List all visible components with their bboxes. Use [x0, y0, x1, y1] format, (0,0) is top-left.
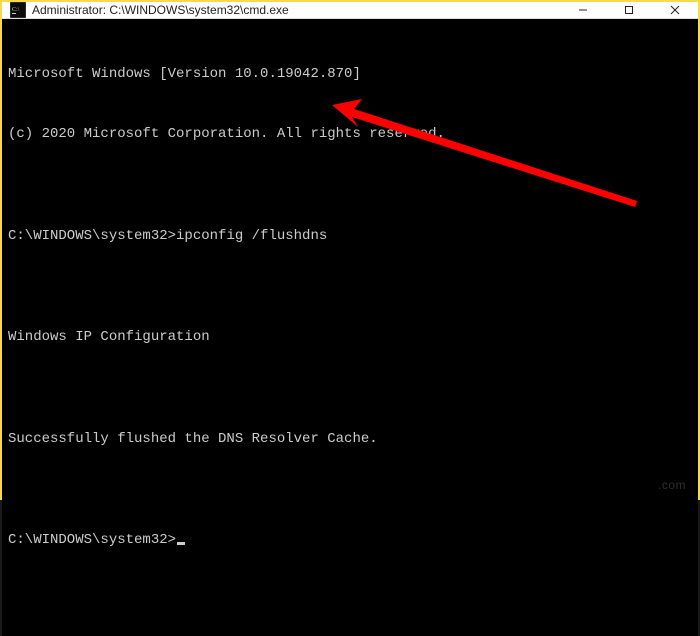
cmd-icon: C:\ [10, 2, 26, 18]
maximize-button[interactable] [606, 2, 652, 18]
close-button[interactable] [652, 2, 698, 18]
terminal-prompt-line: C:\WINDOWS\system32>ipconfig /flushdns [8, 226, 692, 246]
cursor [177, 542, 185, 545]
watermark: .com [658, 478, 686, 492]
close-icon [670, 5, 680, 15]
window-controls [560, 2, 698, 18]
terminal-line: Windows IP Configuration [8, 327, 692, 347]
prompt-command: ipconfig /flushdns [176, 228, 327, 244]
annotation-arrow-icon [332, 99, 642, 209]
minimize-button[interactable] [560, 2, 606, 18]
window-title: Administrator: C:\WINDOWS\system32\cmd.e… [32, 3, 560, 17]
terminal-line: (c) 2020 Microsoft Corporation. All righ… [8, 124, 692, 144]
maximize-icon [624, 5, 634, 15]
minimize-icon [578, 5, 588, 15]
cmd-window: C:\ Administrator: C:\WINDOWS\system32\c… [0, 0, 700, 500]
svg-text:C:\: C:\ [12, 7, 20, 13]
terminal-line: Microsoft Windows [Version 10.0.19042.87… [8, 64, 692, 84]
terminal-body[interactable]: Microsoft Windows [Version 10.0.19042.87… [2, 19, 698, 636]
prompt-path: C:\WINDOWS\system32> [8, 228, 176, 244]
titlebar[interactable]: C:\ Administrator: C:\WINDOWS\system32\c… [2, 2, 698, 19]
prompt-path: C:\WINDOWS\system32> [8, 532, 176, 548]
terminal-prompt-line: C:\WINDOWS\system32> [8, 530, 692, 550]
terminal-line: Successfully flushed the DNS Resolver Ca… [8, 429, 692, 449]
